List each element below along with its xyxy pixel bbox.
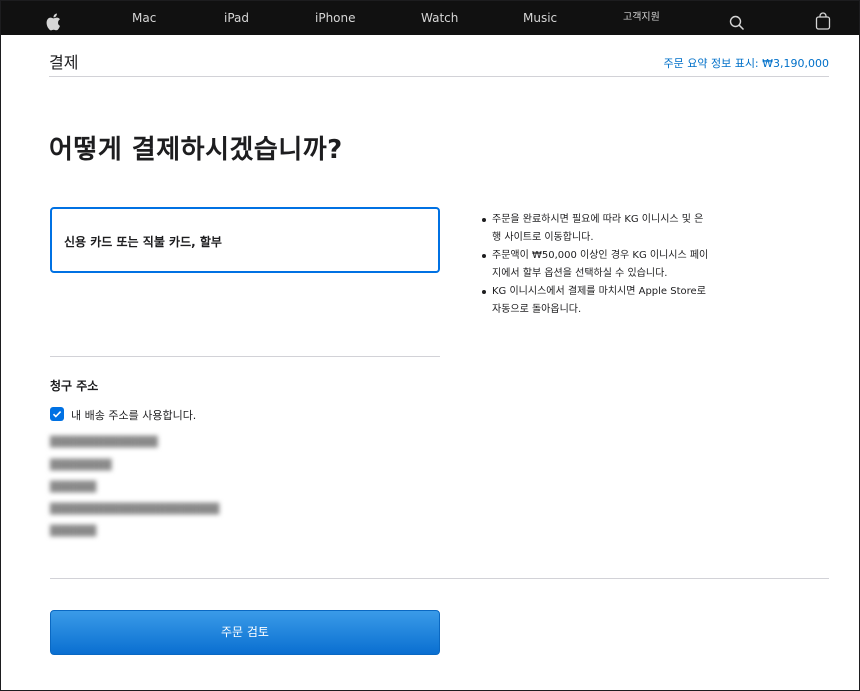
checkout-header: 결제 주문 요약 정보 표시: ₩3,190,000 <box>49 35 829 77</box>
payment-info-list: 주문을 완료하시면 필요에 따라 KG 이니시스 및 은행 사이트로 이동합니다… <box>481 211 711 319</box>
use-shipping-label[interactable]: 내 배송 주소를 사용합니다. <box>71 407 196 423</box>
payment-option-card[interactable]: 신용 카드 또는 직불 카드, 할부 <box>50 207 440 273</box>
payment-option-label: 신용 카드 또는 직불 카드, 할부 <box>64 235 222 249</box>
global-nav: Mac iPad iPhone Watch Music 고객지원 <box>1 1 859 35</box>
section-divider <box>50 356 440 357</box>
bag-icon[interactable] <box>815 9 831 30</box>
apple-logo-icon[interactable] <box>45 10 63 31</box>
redacted-address-line: ████████ <box>50 460 112 471</box>
nav-item-music[interactable]: Music <box>523 1 557 35</box>
info-item: KG 이니시스에서 결제를 마치시면 Apple Store로 자동으로 돌아옵… <box>481 283 711 318</box>
checkmark-icon <box>52 411 62 418</box>
redacted-address-line: ██████ <box>50 526 97 537</box>
redacted-address-line: ██████████████████████ <box>50 504 220 515</box>
billing-address-title: 청구 주소 <box>50 379 99 393</box>
nav-item-support[interactable]: 고객지원 <box>623 1 660 35</box>
nav-item-ipad[interactable]: iPad <box>224 1 249 35</box>
use-shipping-checkbox[interactable] <box>50 407 64 421</box>
order-summary-link[interactable]: 주문 요약 정보 표시: ₩3,190,000 <box>663 55 829 71</box>
section-divider <box>50 578 829 579</box>
review-order-button[interactable]: 주문 검토 <box>50 610 440 655</box>
info-item: 주문액이 ₩50,000 이상인 경우 KG 이니시스 페이지에서 할부 옵션을… <box>481 247 711 282</box>
payment-headline: 어떻게 결제하시겠습니까? <box>49 135 343 165</box>
nav-item-mac[interactable]: Mac <box>132 1 156 35</box>
nav-item-watch[interactable]: Watch <box>421 1 458 35</box>
redacted-address-line: ██████████████ <box>50 437 158 448</box>
nav-item-iphone[interactable]: iPhone <box>315 1 356 35</box>
search-icon[interactable] <box>729 10 745 31</box>
info-item: 주문을 완료하시면 필요에 따라 KG 이니시스 및 은행 사이트로 이동합니다… <box>481 211 711 246</box>
page-title: 결제 <box>49 53 79 72</box>
redacted-address-line: ██████ <box>50 482 97 493</box>
